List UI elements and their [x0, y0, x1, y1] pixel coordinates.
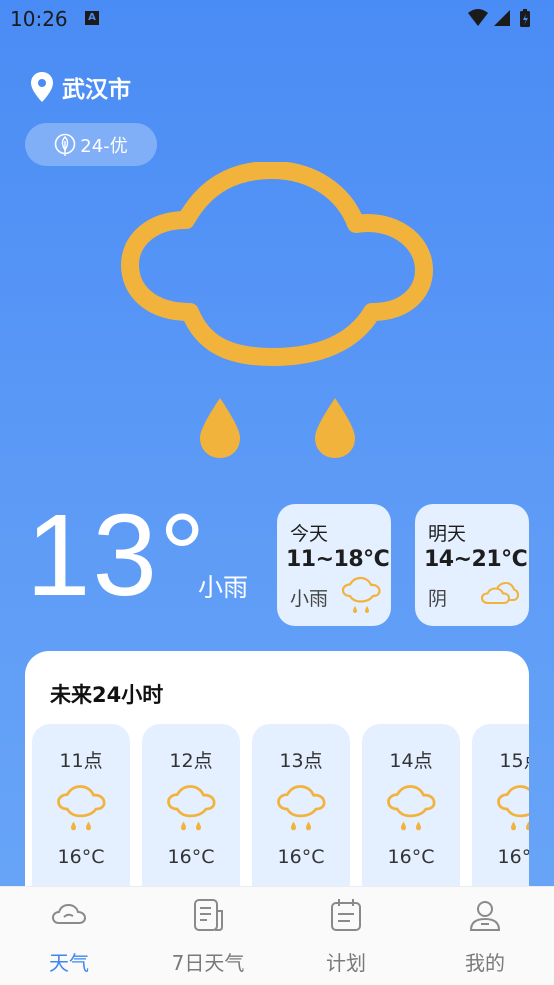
tomorrow-card[interactable]: 明天 14~21°C 阴 — [415, 504, 529, 626]
hour-label: 12点 — [169, 750, 213, 772]
aqi-label: 24-优 — [80, 135, 128, 157]
signal-icon — [494, 10, 510, 26]
hour-temperature: 16°C — [277, 846, 325, 868]
tab-label: 计划 — [326, 951, 366, 975]
hour-label: 13点 — [279, 750, 323, 772]
hour-temperature: 16°C — [167, 846, 215, 868]
tab-7day-forecast[interactable]: 7日天气 — [158, 887, 258, 985]
status-bar: 10:26 A — [0, 0, 554, 38]
light-rain-icon — [120, 161, 440, 466]
status-time: 10:26 — [10, 7, 68, 31]
forecast-icon — [190, 897, 226, 937]
light-rain-icon — [496, 784, 529, 838]
weather-icon — [51, 897, 87, 937]
temp-range: 11~18°C — [286, 547, 390, 572]
tab-weather[interactable]: 天气 — [19, 887, 119, 985]
light-rain-icon — [341, 576, 381, 620]
today-card[interactable]: 今天 11~18°C 小雨 — [277, 504, 391, 626]
hour-label: 15点 — [499, 750, 529, 772]
aqi-badge[interactable]: 24-优 — [25, 123, 157, 166]
city-name: 武汉市 — [62, 77, 131, 103]
hour-label: 11点 — [59, 750, 103, 772]
day-condition: 阴 — [428, 588, 448, 610]
light-rain-icon — [166, 784, 216, 838]
day-label: 今天 — [290, 523, 329, 545]
leaf-icon — [54, 133, 76, 156]
hour-temperature: 16°C — [387, 846, 435, 868]
status-icons — [466, 8, 544, 32]
tab-profile[interactable]: 我的 — [435, 887, 535, 985]
tab-label: 7日天气 — [171, 951, 245, 975]
bottom-tab-bar: 天气 7日天气 计划 我的 — [0, 886, 554, 985]
hour-temperature: 16°C — [57, 846, 105, 868]
light-rain-icon — [386, 784, 436, 838]
current-condition: 小雨 — [198, 573, 249, 602]
light-rain-icon — [276, 784, 326, 838]
temp-range: 14~21°C — [424, 547, 528, 572]
notification-icon: A — [85, 11, 99, 25]
tab-label: 天气 — [49, 951, 89, 975]
wifi-icon — [468, 9, 488, 26]
plan-icon — [328, 897, 364, 937]
hour-temperature: 16°C — [497, 846, 529, 868]
hour-label: 14点 — [389, 750, 433, 772]
current-temperature: 13° — [26, 490, 208, 620]
light-rain-icon — [56, 784, 106, 838]
location[interactable]: 武汉市 — [30, 70, 131, 104]
battery-icon — [520, 9, 530, 27]
tab-plan[interactable]: 计划 — [296, 887, 396, 985]
location-pin-icon — [31, 72, 53, 102]
cloudy-icon — [479, 576, 520, 620]
profile-icon — [467, 897, 503, 937]
hourly-title: 未来24小时 — [50, 683, 164, 707]
tab-label: 我的 — [465, 951, 505, 975]
day-condition: 小雨 — [290, 588, 329, 610]
day-label: 明天 — [428, 523, 467, 545]
